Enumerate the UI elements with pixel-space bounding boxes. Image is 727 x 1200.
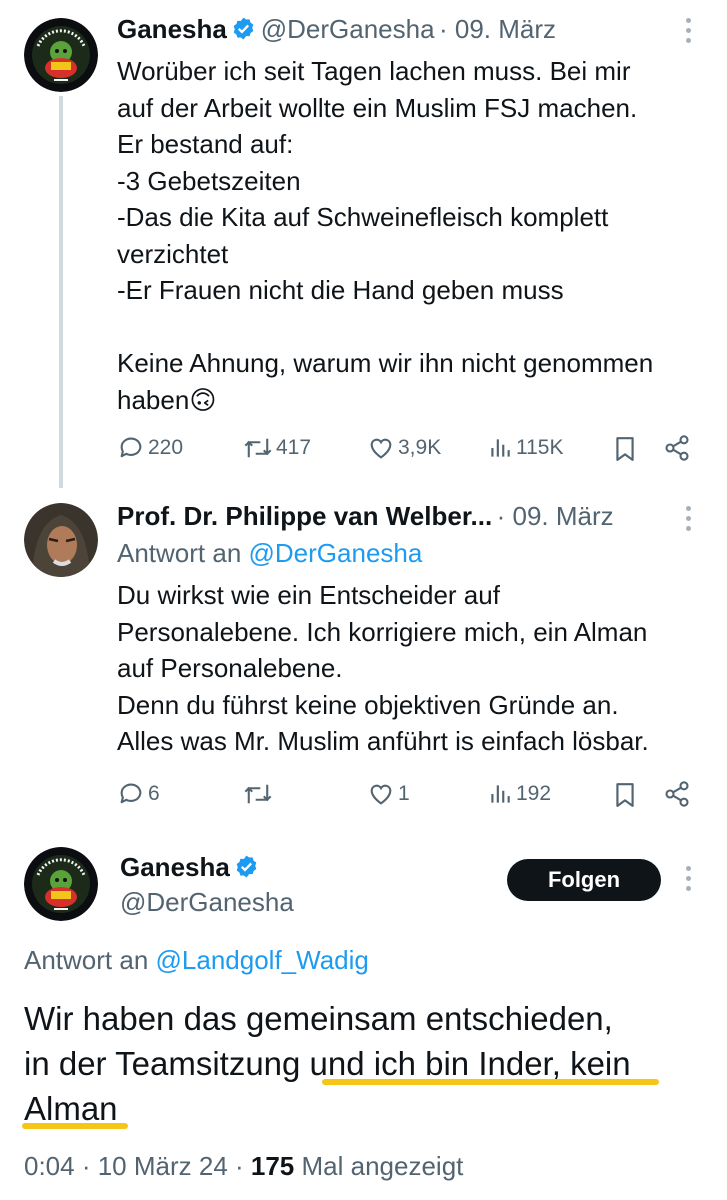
tweet-line: Wir haben das gemeinsam entschieden, [24, 1000, 613, 1037]
tweet-header: Prof. Dr. Philippe van Welber... · 09. M… [117, 501, 614, 532]
reply-icon [120, 437, 142, 458]
tweet-header: Ganesha @DerGanesha · 09. März [117, 14, 556, 45]
retweet-count: 417 [276, 436, 312, 459]
like-button[interactable]: 1 [367, 780, 410, 808]
like-count: 1 [398, 782, 410, 805]
author-block: Ganesha [120, 852, 259, 883]
tweet-text-segment: in der Teamsitzung [24, 1045, 310, 1082]
tweet-actions: 6 1 192 [117, 780, 697, 814]
author-handle[interactable]: @DerGanesha [261, 14, 435, 44]
share-button[interactable] [663, 780, 691, 808]
views-button[interactable]: 192 [487, 780, 551, 808]
retweet-button[interactable]: 417 [243, 434, 311, 462]
bookmark-icon [616, 437, 634, 461]
view-count: 192 [516, 782, 552, 805]
follow-button[interactable]: Folgen [507, 859, 661, 901]
reply-icon [120, 783, 142, 804]
tweet-text: Du wirkst wie ein Entscheider auf Person… [117, 580, 649, 756]
analytics-icon [491, 439, 510, 457]
reply-prefix: Antwort an [117, 538, 249, 568]
like-count: 3,9K [398, 436, 442, 459]
bookmark-button[interactable] [612, 434, 638, 464]
analytics-icon [491, 785, 510, 803]
author-name[interactable]: Ganesha [120, 852, 230, 882]
bookmark-icon [616, 783, 634, 807]
view-count: 175 [250, 1151, 295, 1181]
author-name[interactable]: Ganesha [117, 14, 227, 44]
tweet-text: Worüber ich seit Tagen lachen muss. Bei … [117, 56, 654, 415]
reply-context: Antwort an @Landgolf_Wadig [24, 945, 369, 976]
verified-badge-icon [231, 16, 256, 41]
tweet-body: Du wirkst wie ein Entscheider auf Person… [117, 577, 717, 760]
reply-handle-link[interactable]: @DerGanesha [249, 538, 423, 568]
retweet-icon [244, 784, 272, 804]
tweet-date[interactable]: · 09. März [497, 501, 614, 531]
more-options-icon[interactable] [686, 18, 694, 48]
reply-context: Antwort an @DerGanesha [117, 538, 422, 569]
timestamp[interactable]: 0:04 · 10 März 24 · [24, 1151, 251, 1181]
reply-handle-link[interactable]: @Landgolf_Wadig [156, 945, 369, 975]
share-button[interactable] [663, 434, 691, 462]
view-label: Mal angezeigt [294, 1151, 464, 1181]
reply-button[interactable]: 220 [117, 434, 183, 462]
share-icon [665, 435, 689, 461]
tweet-actions: 220 417 3,9K 115K [117, 434, 697, 468]
reply-button[interactable]: 6 [117, 780, 160, 808]
tweet-body: Wir haben das gemeinsam entschieden, in … [24, 996, 631, 1131]
highlighted-text: und ich bin Inder, kein [309, 1045, 631, 1082]
heart-icon [370, 784, 392, 805]
tweet-body: Worüber ich seit Tagen lachen muss. Bei … [117, 53, 717, 418]
share-icon [665, 781, 689, 807]
retweet-icon [244, 438, 272, 458]
view-count: 115K [516, 436, 564, 459]
highlight-underline [22, 1123, 128, 1129]
bookmark-button[interactable] [612, 780, 638, 810]
views-button[interactable]: 115K [487, 434, 564, 462]
avatar[interactable] [24, 18, 98, 92]
heart-icon [370, 438, 392, 459]
author-name[interactable]: Prof. Dr. Philippe van Welber... [117, 501, 492, 531]
tweet-meta: 0:04 · 10 März 24 · 175 Mal angezeigt [24, 1151, 463, 1182]
upside-down-face-emoji: 🙃 [189, 384, 217, 415]
reply-count: 220 [148, 436, 184, 459]
more-options-icon[interactable] [686, 506, 694, 536]
reply-count: 6 [148, 782, 160, 805]
retweet-button[interactable] [243, 780, 276, 808]
more-options-icon[interactable] [686, 866, 694, 896]
thread-connector [59, 96, 63, 488]
reply-prefix: Antwort an [24, 945, 156, 975]
author-handle[interactable]: @DerGanesha [120, 887, 294, 918]
highlight-underline [322, 1079, 659, 1085]
avatar[interactable] [24, 847, 98, 921]
like-button[interactable]: 3,9K [367, 434, 441, 462]
tweet-date[interactable]: · 09. März [439, 14, 556, 44]
avatar[interactable] [24, 503, 98, 577]
verified-badge-icon [234, 854, 259, 879]
